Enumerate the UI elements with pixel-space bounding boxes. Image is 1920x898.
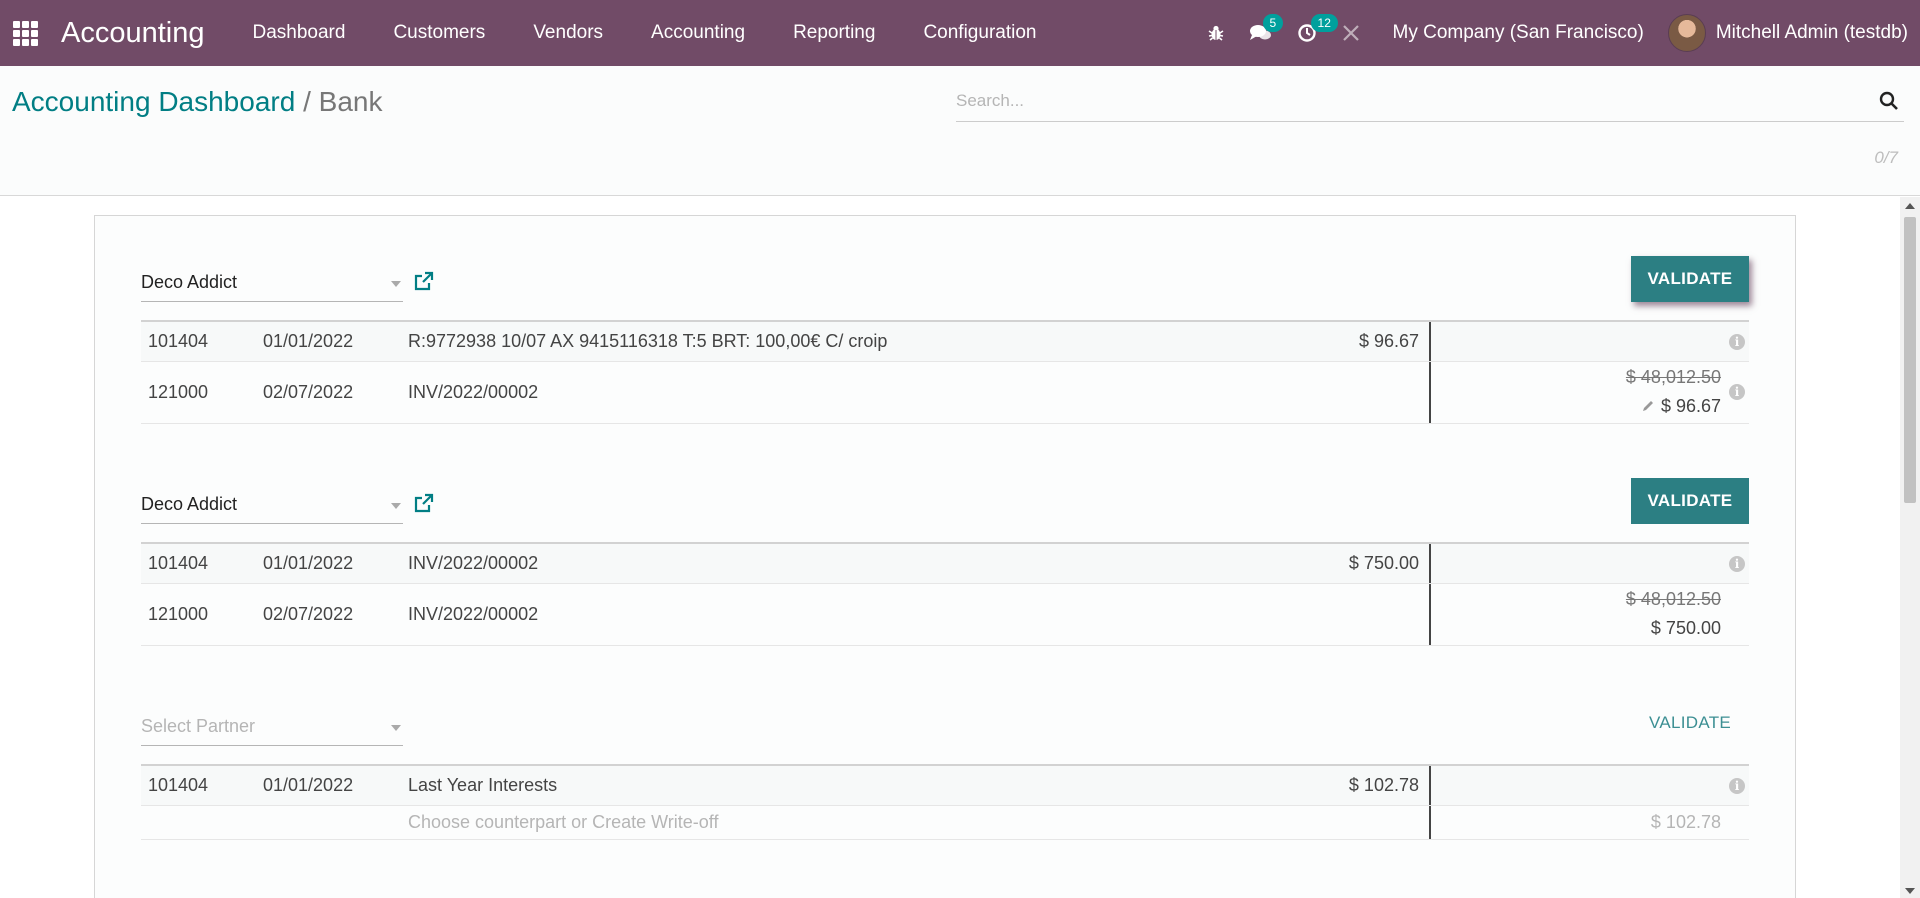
- partner-select[interactable]: Deco Addict: [141, 484, 403, 524]
- vertical-scrollbar[interactable]: [1900, 197, 1920, 898]
- external-link-icon[interactable]: [413, 270, 435, 292]
- line-label: Last Year Interests: [408, 775, 558, 795]
- partner-value: Deco Addict: [141, 272, 238, 292]
- line-date: 02/07/2022: [263, 382, 354, 402]
- user-name: Mitchell Admin (testdb): [1715, 22, 1908, 43]
- reconciliation-sheet: Deco Addict VALIDATE 101404 01/01/2022 R…: [94, 215, 1796, 898]
- scroll-down-arrow-icon[interactable]: [1905, 888, 1915, 894]
- scroll-up-arrow-icon[interactable]: [1905, 203, 1915, 209]
- counterpart-hint[interactable]: Choose counterpart or Create Write-off: [408, 812, 718, 833]
- line-date: 01/01/2022: [263, 553, 354, 573]
- menu-configuration[interactable]: Configuration: [899, 0, 1060, 66]
- statement-line[interactable]: 101404 01/01/2022 INV/2022/00002 $ 750.0…: [141, 542, 1749, 584]
- caret-down-icon: [391, 725, 401, 731]
- messages-icon[interactable]: 5: [1237, 0, 1285, 66]
- info-icon[interactable]: i: [1729, 556, 1745, 572]
- counterpart-line[interactable]: Choose counterpart or Create Write-off $…: [141, 806, 1749, 840]
- column-separator: [1429, 322, 1431, 361]
- app-brand[interactable]: Accounting: [61, 17, 205, 50]
- systray: 5 12 My Company (San Francisco) Mitchell…: [1195, 0, 1920, 66]
- info-icon[interactable]: i: [1729, 778, 1745, 794]
- account-code: 101404: [148, 553, 209, 573]
- info-icon[interactable]: i: [1729, 384, 1745, 400]
- validate-button[interactable]: VALIDATE: [1631, 256, 1749, 302]
- line-amount: $ 96.67: [1358, 331, 1419, 351]
- line-date: 02/07/2022: [263, 604, 354, 624]
- column-separator: [1429, 806, 1431, 839]
- validate-button[interactable]: VALIDATE: [1631, 700, 1749, 746]
- pencil-icon[interactable]: [1641, 399, 1655, 413]
- column-separator: [1429, 766, 1431, 805]
- account-code: 101404: [148, 331, 209, 351]
- column-separator: [1429, 584, 1431, 645]
- account-code: 121000: [148, 382, 209, 402]
- tools-icon[interactable]: [1329, 0, 1373, 66]
- debug-bug-icon[interactable]: [1195, 0, 1237, 66]
- menu-vendors[interactable]: Vendors: [509, 0, 627, 66]
- search-bar: [956, 84, 1904, 122]
- breadcrumb-separator: /: [303, 86, 311, 117]
- statement-line[interactable]: 101404 01/01/2022 R:9772938 10/07 AX 941…: [141, 320, 1749, 362]
- line-amount: $ 102.78: [1348, 775, 1419, 795]
- column-separator: [1429, 544, 1431, 583]
- reconciliation-lines: 101404 01/01/2022 R:9772938 10/07 AX 941…: [141, 320, 1749, 424]
- line-date: 01/01/2022: [263, 331, 354, 351]
- open-balance: $ 102.78: [1650, 812, 1721, 832]
- search-icon[interactable]: [1878, 90, 1900, 112]
- breadcrumb: Accounting Dashboard / Bank: [12, 86, 382, 118]
- column-separator: [1429, 362, 1431, 423]
- main-menu: Dashboard Customers Vendors Accounting R…: [229, 0, 1061, 66]
- matched-line[interactable]: 121000 02/07/2022 INV/2022/00002 $ 48,01…: [141, 584, 1749, 646]
- caret-down-icon: [391, 281, 401, 287]
- breadcrumb-accounting-dashboard[interactable]: Accounting Dashboard: [12, 86, 295, 117]
- line-label: R:9772938 10/07 AX 9415116318 T:5 BRT: 1…: [408, 331, 888, 351]
- activities-clock-icon[interactable]: 12: [1285, 0, 1338, 66]
- company-switcher[interactable]: My Company (San Francisco): [1373, 22, 1668, 44]
- line-label: INV/2022/00002: [408, 553, 539, 573]
- scroll-thumb[interactable]: [1904, 217, 1916, 503]
- pager[interactable]: 0/7: [1874, 148, 1898, 168]
- menu-dashboard[interactable]: Dashboard: [229, 0, 370, 66]
- menu-accounting[interactable]: Accounting: [627, 0, 769, 66]
- user-avatar: [1667, 14, 1706, 52]
- partial-amount-value: $ 96.67: [1660, 396, 1721, 416]
- messages-count-badge: 5: [1262, 14, 1284, 32]
- partner-placeholder: Select Partner: [141, 716, 256, 736]
- reconciliation-lines: 101404 01/01/2022 Last Year Interests $ …: [141, 764, 1749, 840]
- original-amount: $ 48,012.50: [1625, 589, 1721, 609]
- matched-line[interactable]: 121000 02/07/2022 INV/2022/00002 $ 48,01…: [141, 362, 1749, 424]
- original-amount: $ 48,012.50: [1625, 367, 1721, 387]
- partner-value: Deco Addict: [141, 494, 238, 514]
- line-label: INV/2022/00002: [408, 604, 539, 624]
- control-panel: Accounting Dashboard / Bank 0/7: [0, 66, 1920, 196]
- line-label: INV/2022/00002: [408, 382, 539, 402]
- apps-menu-icon[interactable]: [11, 19, 39, 47]
- validate-button[interactable]: VALIDATE: [1631, 478, 1749, 524]
- account-code: 121000: [148, 604, 209, 624]
- menu-reporting[interactable]: Reporting: [769, 0, 899, 66]
- partner-select[interactable]: Deco Addict: [141, 262, 403, 302]
- partner-select[interactable]: Select Partner: [141, 706, 403, 746]
- statement-line[interactable]: 101404 01/01/2022 Last Year Interests $ …: [141, 764, 1749, 806]
- search-input[interactable]: [956, 84, 1856, 118]
- reconciliation-lines: 101404 01/01/2022 INV/2022/00002 $ 750.0…: [141, 542, 1749, 646]
- external-link-icon[interactable]: [413, 492, 435, 514]
- menu-customers[interactable]: Customers: [369, 0, 509, 66]
- main-content: Deco Addict VALIDATE 101404 01/01/2022 R…: [0, 197, 1920, 898]
- info-icon[interactable]: i: [1729, 334, 1745, 350]
- line-date: 01/01/2022: [263, 775, 354, 795]
- top-navbar: Accounting Dashboard Customers Vendors A…: [0, 0, 1920, 66]
- partial-amount-value: $ 750.00: [1650, 618, 1721, 638]
- caret-down-icon: [391, 503, 401, 509]
- user-menu[interactable]: Mitchell Admin (testdb): [1667, 14, 1920, 52]
- partial-amount[interactable]: $ 96.67: [1441, 396, 1721, 417]
- line-amount: $ 750.00: [1348, 553, 1419, 573]
- account-code: 101404: [148, 775, 209, 795]
- breadcrumb-current: Bank: [318, 86, 383, 117]
